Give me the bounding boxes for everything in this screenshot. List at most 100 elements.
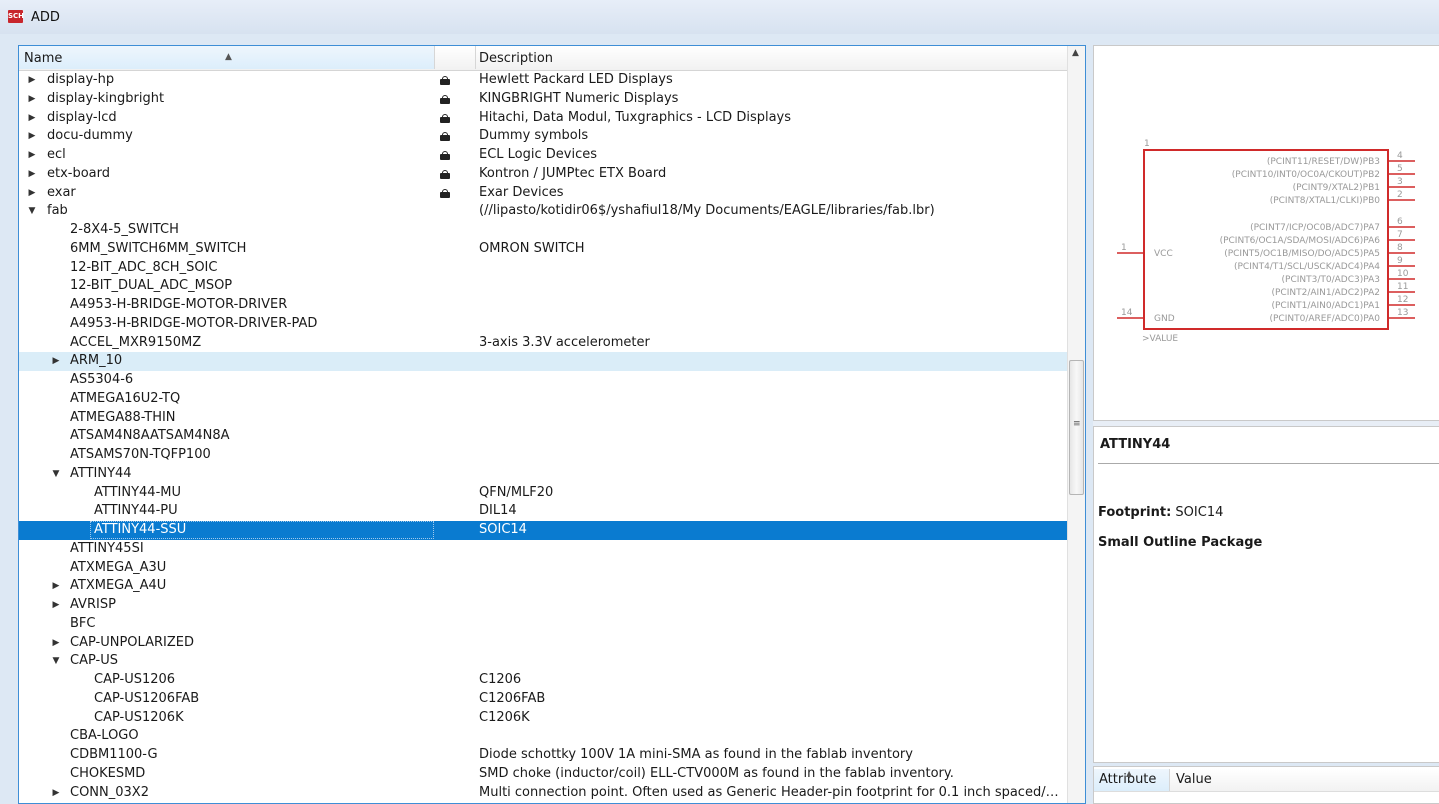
tree-row-name: display-lcd	[47, 109, 117, 125]
pin-name-label: (PCINT6/OC1A/SDA/MOSI/ADC6)PA6	[1220, 236, 1381, 246]
column-header-lock[interactable]	[435, 46, 476, 69]
column-header-description[interactable]: Description	[479, 46, 553, 69]
attribute-table[interactable]: ▲ Attribute Value	[1093, 766, 1439, 804]
tree-row[interactable]: CBA-LOGO	[19, 727, 1067, 746]
tree-row[interactable]: ATXMEGA_A3U	[19, 559, 1067, 578]
tree-row[interactable]: ▶ ARM_10	[19, 352, 1067, 371]
tree-row-name: display-hp	[47, 72, 115, 87]
tree-row-name: ATXMEGA_A3U	[70, 559, 167, 575]
tree-row-description: SMD choke (inductor/coil) ELL-CTV000M as…	[479, 765, 954, 781]
tree-row[interactable]: ATTINY44-SSU SOIC14	[19, 521, 1067, 540]
tree-row[interactable]: ATSAM4N8AATSAM4N8A	[19, 427, 1067, 446]
tree-row-name: ATSAM4N8AATSAM4N8A	[70, 428, 230, 444]
tree-row[interactable]: ▶ CAP-UNPOLARIZED	[19, 634, 1067, 653]
tree-row[interactable]: 6MM_SWITCH6MM_SWITCH OMRON SWITCH	[19, 240, 1067, 259]
vertical-scrollbar[interactable]: ▲ ≡	[1067, 46, 1085, 803]
library-tree[interactable]: ▲ Name Description ▶ display-hp Hewlett Pa…	[18, 45, 1086, 804]
tree-row-description: OMRON SWITCH	[479, 240, 585, 256]
column-header-attribute[interactable]: ▲ Attribute	[1094, 769, 1170, 791]
tree-row-description: QFN/MLF20	[479, 484, 554, 500]
column-header-value[interactable]: Value	[1176, 769, 1212, 791]
expanded-arrow-icon[interactable]: ▼	[26, 202, 38, 221]
tree-row[interactable]: ATTINY44-MU QFN/MLF20	[19, 484, 1067, 503]
tree-row[interactable]: 2-8X4-5_SWITCH	[19, 221, 1067, 240]
tree-header: ▲ Name Description	[19, 46, 1067, 71]
tree-row[interactable]: 12-BIT_ADC_8CH_SOIC	[19, 259, 1067, 278]
tree-row[interactable]: ATMEGA88-THIN	[19, 409, 1067, 428]
tree-row-name: BFC	[70, 615, 96, 631]
column-header-name[interactable]: ▲ Name	[19, 46, 435, 69]
collapsed-arrow-icon[interactable]: ▶	[50, 577, 62, 596]
tree-row[interactable]: CAP-US1206 C1206	[19, 671, 1067, 690]
tree-row[interactable]: ATTINY45SI	[19, 540, 1067, 559]
tree-row-description: Hewlett Packard LED Displays	[479, 72, 673, 87]
tree-row[interactable]: A4953-H-BRIDGE-MOTOR-DRIVER-PAD	[19, 315, 1067, 334]
tree-row[interactable]: CAP-US1206FAB C1206FAB	[19, 690, 1067, 709]
tree-row-name: ATMEGA16U2-TQ	[70, 390, 181, 406]
tree-row[interactable]: A4953-H-BRIDGE-MOTOR-DRIVER	[19, 296, 1067, 315]
pin-number-label: 4	[1397, 151, 1403, 161]
collapsed-arrow-icon[interactable]: ▶	[50, 634, 62, 653]
collapsed-arrow-icon[interactable]: ▶	[26, 90, 38, 109]
tree-row-name: 12-BIT_DUAL_ADC_MSOP	[70, 278, 233, 294]
tree-row[interactable]: ▶ exar Exar Devices	[19, 184, 1067, 203]
tree-row-name: CBA-LOGO	[70, 728, 139, 744]
scroll-up-icon[interactable]: ▲	[1072, 48, 1079, 58]
collapsed-arrow-icon[interactable]: ▶	[26, 165, 38, 184]
collapsed-arrow-icon[interactable]: ▶	[26, 109, 38, 128]
tree-row[interactable]: 12-BIT_DUAL_ADC_MSOP	[19, 277, 1067, 296]
tree-row-name: 6MM_SWITCH6MM_SWITCH	[70, 240, 247, 256]
tree-row[interactable]: ▶ CONN_03X2 Multi connection point. Often …	[19, 784, 1067, 803]
tree-row-name: ATTINY44-SSU	[94, 522, 187, 537]
tree-row-description: Multi connection point. Often used as Ge…	[479, 784, 1064, 800]
tree-row[interactable]: ▶ display-hp Hewlett Packard LED Displays	[19, 71, 1067, 90]
tree-row[interactable]: ATMEGA16U2-TQ	[19, 390, 1067, 409]
tree-row[interactable]: ▼ ATTINY44	[19, 465, 1067, 484]
tree-row[interactable]: ▼ fab (//lipasto/kotidir06$/yshafiul18/My …	[19, 202, 1067, 221]
tree-row[interactable]: ▶ display-lcd Hitachi, Data Modul, Tuxgrap…	[19, 109, 1067, 128]
tree-row-name: ATTINY45SI	[70, 540, 144, 556]
tree-row[interactable]: ATSAMS70N-TQFP100	[19, 446, 1067, 465]
collapsed-arrow-icon[interactable]: ▶	[50, 784, 62, 803]
scrollbar-thumb[interactable]: ≡	[1069, 360, 1084, 495]
collapsed-arrow-icon[interactable]: ▶	[50, 352, 62, 371]
tree-row[interactable]: CAP-US1206K C1206K	[19, 709, 1067, 728]
tree-row-name: A4953-H-BRIDGE-MOTOR-DRIVER-PAD	[70, 315, 318, 331]
tree-row[interactable]: CDBM1100-G Diode schottky 100V 1A mini-SM…	[19, 746, 1067, 765]
tree-row[interactable]: CHOKESMD SMD choke (inductor/coil) ELL-CT…	[19, 765, 1067, 784]
tree-row-description: (//lipasto/kotidir06$/yshafiul18/My Docu…	[479, 203, 935, 219]
tree-row-description: SOIC14	[479, 522, 527, 537]
pin-name-label: (PCINT7/ICP/OC0B/ADC7)PA7	[1250, 223, 1380, 233]
collapsed-arrow-icon[interactable]: ▶	[50, 596, 62, 615]
tree-row[interactable]: ▶ ecl ECL Logic Devices	[19, 146, 1067, 165]
pin-number-label: 3	[1397, 177, 1403, 187]
tree-row-description: C1206K	[479, 709, 530, 725]
expanded-arrow-icon[interactable]: ▼	[50, 465, 62, 484]
tree-row-name: 12-BIT_ADC_8CH_SOIC	[70, 259, 218, 275]
collapsed-arrow-icon[interactable]: ▶	[26, 127, 38, 146]
pin-number-label: 14	[1121, 308, 1133, 318]
collapsed-arrow-icon[interactable]: ▶	[26, 71, 38, 90]
pin-number-label: 6	[1397, 217, 1403, 227]
tree-row[interactable]: BFC	[19, 615, 1067, 634]
tree-row-description: Diode schottky 100V 1A mini-SMA as found…	[479, 747, 913, 762]
collapsed-arrow-icon[interactable]: ▶	[26, 146, 38, 165]
tree-row-name: docu-dummy	[47, 128, 133, 144]
tree-row[interactable]: ▶ docu-dummy Dummy symbols	[19, 127, 1067, 146]
tree-row-name: ACCEL_MXR9150MZ	[70, 334, 202, 350]
tree-row[interactable]: ▼ CAP-US	[19, 652, 1067, 671]
pin-name-label: (PCINT11/RESET/DW)PB3	[1267, 157, 1380, 167]
tree-row[interactable]: ▶ display-kingbright KINGBRIGHT Numeric Di…	[19, 90, 1067, 109]
symbol-preview: 1 4 (PCINT11/RESET/DW)PB3 5 (PCINT10/INT0/OC…	[1093, 45, 1439, 421]
tree-row-description: C1206	[479, 672, 522, 687]
tree-row-name: ecl	[47, 147, 66, 162]
tree-row[interactable]: ACCEL_MXR9150MZ 3-axis 3.3V accelerometer	[19, 334, 1067, 353]
tree-row-name: exar	[47, 184, 76, 200]
tree-row[interactable]: ▶ ATXMEGA_A4U	[19, 577, 1067, 596]
tree-row[interactable]: AS5304-6	[19, 371, 1067, 390]
expanded-arrow-icon[interactable]: ▼	[50, 652, 62, 671]
tree-row[interactable]: ▶ AVRISP	[19, 596, 1067, 615]
tree-row[interactable]: ▶ etx-board Kontron / JUMPtec ETX Board	[19, 165, 1067, 184]
tree-row[interactable]: ATTINY44-PU DIL14	[19, 502, 1067, 521]
collapsed-arrow-icon[interactable]: ▶	[26, 184, 38, 203]
